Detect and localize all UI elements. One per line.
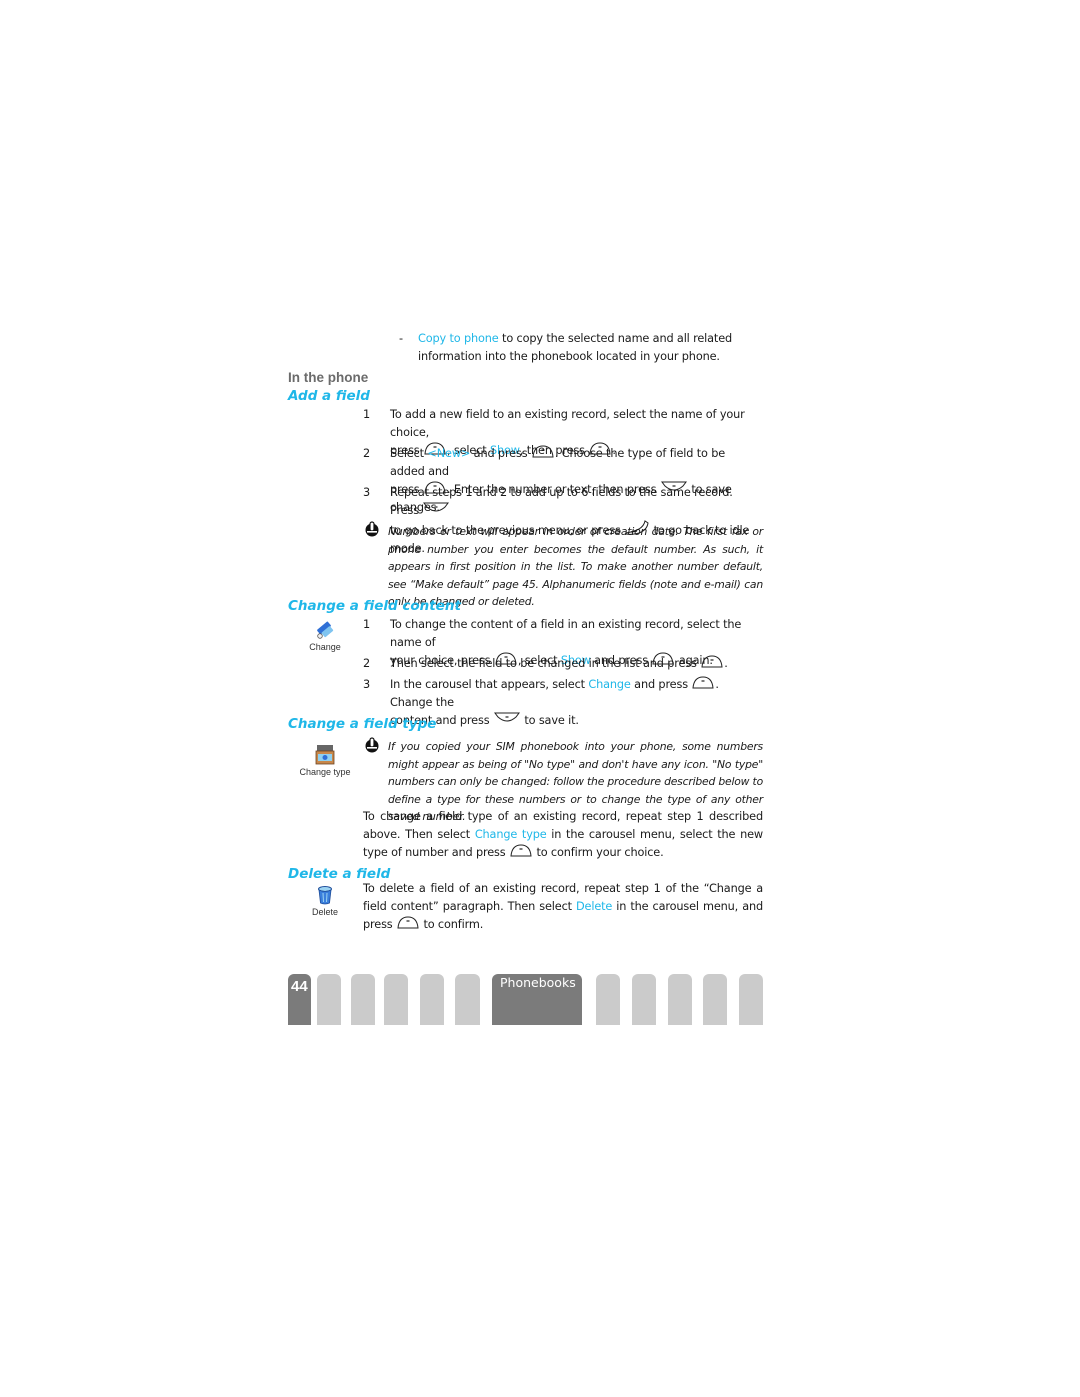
step-text: and press: [470, 447, 528, 460]
step-text: and press: [630, 678, 688, 691]
ok-key-icon: [397, 916, 419, 929]
step-text: To change the content of a field in an e…: [390, 618, 742, 649]
copy-to-phone-link[interactable]: Copy to phone: [418, 332, 499, 345]
paragraph-text: to confirm.: [423, 918, 484, 931]
chapter-tab[interactable]: [703, 974, 727, 1025]
paragraph-text: to confirm your choice.: [536, 846, 664, 859]
chapter-tab[interactable]: [351, 974, 375, 1025]
add-field-step-1: 1 To add a new field to an existing reco…: [363, 406, 763, 457]
chapter-tab[interactable]: [739, 974, 763, 1025]
chapter-tab[interactable]: [668, 974, 692, 1025]
copy-to-phone-bullet: - Copy to phone to copy the selected nam…: [399, 330, 769, 366]
back-key-icon: [423, 502, 450, 515]
pencil-eraser-icon: [317, 621, 334, 639]
bullet-text-1: to copy the selected name and all relate…: [498, 332, 733, 345]
bullet-text-2: information into the phonebook located i…: [418, 350, 720, 363]
change-content-step-3: 3 In the carousel that appears, select C…: [363, 676, 763, 727]
step-text: to save it.: [524, 714, 579, 727]
ok-key-icon: [532, 445, 554, 458]
ok-key-icon: [701, 655, 723, 668]
step-text: Select: [390, 447, 428, 460]
step-number: 3: [363, 678, 371, 691]
add-field-step-3: 3 Repeat steps 1 and 2 to add up to 6 fi…: [363, 484, 763, 555]
change-type-paragraph: To change a field type of an existing re…: [363, 808, 763, 862]
change-icon-block: Change: [305, 620, 345, 652]
ok-key-icon: [510, 844, 532, 857]
page-number-tab: 44: [288, 974, 311, 1025]
chapter-tab[interactable]: [455, 974, 480, 1025]
change-content-step-1: 1 To change the content of a field in an…: [363, 616, 763, 667]
change-content-step-2: 2 Then select the field to be changed in…: [363, 655, 763, 675]
subsection-heading: In the phone: [288, 370, 369, 385]
delete-option-link[interactable]: Delete: [576, 900, 612, 913]
change-icon-label: Change: [309, 642, 341, 652]
section-title-change-content: Change a field content: [288, 598, 461, 614]
new-option-link[interactable]: <New>: [427, 447, 470, 460]
page-number: 44: [291, 978, 308, 995]
chapter-label: Phonebooks: [500, 975, 576, 990]
add-field-step-2: 2 Select <New> and press . Choose the ty…: [363, 445, 763, 514]
note-icon: [364, 521, 380, 541]
delete-icon-label: Delete: [311, 907, 338, 917]
chapter-tab[interactable]: [632, 974, 656, 1025]
change-type-option-link[interactable]: Change type: [475, 828, 547, 841]
step-number: 1: [363, 408, 371, 421]
note-icon: [364, 737, 380, 757]
section-title-add-field: Add a field: [288, 388, 370, 404]
step-text: .: [724, 657, 728, 670]
back-key-icon: [493, 712, 520, 725]
chapter-tab-phonebooks[interactable]: Phonebooks: [492, 974, 582, 1025]
step-text: In the carousel that appears, select: [390, 678, 589, 691]
ok-key-icon: [692, 676, 714, 689]
change-type-icon-block: Change type: [298, 743, 352, 777]
step-number: 3: [363, 486, 371, 499]
chapter-tab[interactable]: [317, 974, 341, 1025]
field-type-card-icon: [315, 745, 335, 765]
bullet-dash: -: [399, 332, 403, 345]
change-type-icon-label: Change type: [299, 767, 351, 777]
delete-field-paragraph: To delete a field of an existing record,…: [363, 880, 763, 934]
step-number: 2: [363, 447, 371, 460]
trash-bin-icon: [318, 886, 332, 905]
chapter-tab[interactable]: [596, 974, 620, 1025]
section-title-change-type: Change a field type: [288, 716, 437, 732]
change-option-link[interactable]: Change: [588, 678, 631, 691]
delete-icon-block: Delete: [305, 885, 345, 917]
step-text: Then select the field to be changed in t…: [390, 657, 697, 670]
step-number: 2: [363, 657, 371, 670]
step-text: To add a new field to an existing record…: [390, 408, 745, 439]
chapter-tab[interactable]: [420, 974, 444, 1025]
step-number: 1: [363, 618, 371, 631]
chapter-tab[interactable]: [384, 974, 408, 1025]
